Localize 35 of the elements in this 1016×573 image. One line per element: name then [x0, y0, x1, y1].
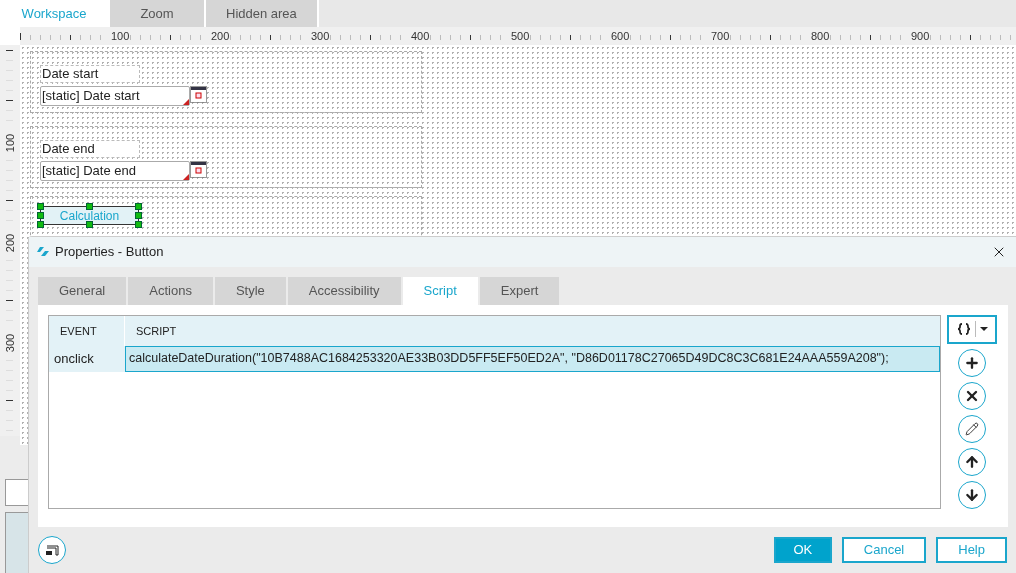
column-header: SCRIPT: [135, 323, 178, 339]
app-logo-icon: [37, 246, 49, 257]
dialog-button[interactable]: Cancel: [841, 537, 927, 564]
script-menu-button[interactable]: [947, 314, 997, 344]
dialog-button[interactable]: OK: [773, 537, 832, 564]
dialog-title: Properties - Button: [55, 243, 164, 262]
dialog-tab[interactable]: Actions: [128, 276, 213, 305]
dialog-tab[interactable]: Accessibility: [287, 276, 401, 305]
view-tab[interactable]: Workspace: [0, 0, 110, 27]
edit-icon[interactable]: [958, 414, 986, 443]
move-up-icon[interactable]: [958, 447, 986, 476]
view-tab[interactable]: Hidden area: [206, 0, 319, 27]
dialog-button[interactable]: Help: [936, 537, 1007, 564]
field-label[interactable]: Date end: [40, 140, 140, 158]
calendar-icon[interactable]: [190, 86, 207, 103]
dialog-tab[interactable]: General: [38, 276, 127, 305]
date-field[interactable]: [static] Date start: [40, 86, 190, 106]
corner-mark-icon: [183, 174, 189, 180]
move-down-icon[interactable]: [958, 480, 986, 509]
table-cell[interactable]: calculateDateDuration("10B7488AC1684253320AE33B03DD5FF5EF50ED2A", "D86D01178C27065D49DC8C3C681E24AAA559A208");: [125, 345, 940, 372]
dialog-tab[interactable]: Expert: [479, 276, 560, 305]
corner-mark-icon: [183, 99, 189, 105]
layout-icon[interactable]: [38, 536, 66, 565]
dialog-tab[interactable]: Style: [214, 276, 286, 305]
date-field[interactable]: [static] Date end: [40, 161, 190, 181]
field-label[interactable]: Date start: [40, 65, 140, 83]
delete-icon[interactable]: [958, 381, 986, 410]
dialog-tab[interactable]: Script: [402, 276, 478, 305]
add-icon[interactable]: [958, 348, 986, 377]
column-header: EVENT: [49, 315, 125, 346]
view-tab[interactable]: Zoom: [110, 0, 206, 27]
table-cell[interactable]: onclick: [49, 345, 125, 372]
caret-icon: [979, 326, 988, 332]
calendar-icon[interactable]: [190, 161, 207, 178]
braces-icon: [956, 323, 971, 336]
